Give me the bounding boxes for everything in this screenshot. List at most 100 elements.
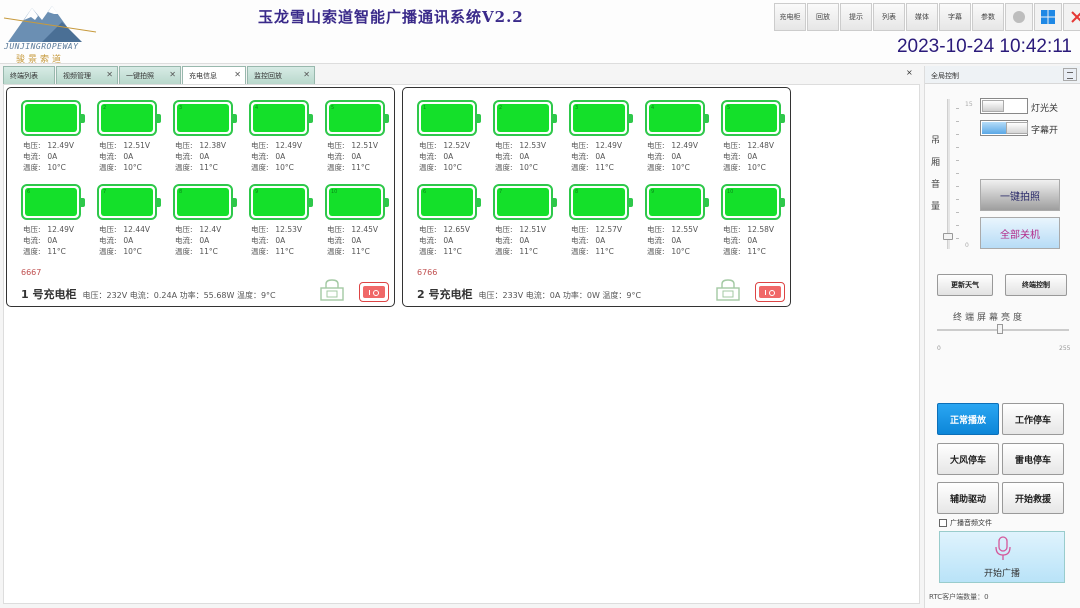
battery-cap [309,198,313,207]
menu-icon[interactable] [1063,68,1077,81]
volume-label-char: 音 [931,180,941,190]
cell-voltage: 电压: 12.45V [327,224,378,235]
tab-monitor-playback[interactable]: 监控回放 ✕ [247,66,315,84]
toolbar-subtitle-button[interactable]: 字幕 [939,3,971,31]
battery-icon: 6 [21,184,85,220]
close-window-button[interactable] [1063,3,1080,31]
temp-value: 10°C [47,163,66,172]
battery-index: 2 [499,105,503,111]
update-weather-button[interactable]: 更新天气 [937,274,993,296]
mode-work-stop-button[interactable]: 工作停车 [1002,403,1064,435]
temp-value: 10°C [275,163,294,172]
tab-video-management[interactable]: 视频管理 ✕ [56,66,118,84]
toggle-on-fill [982,122,1006,134]
voltage-value: 12.53V [519,141,546,150]
cabinet-power-switch[interactable] [755,282,785,302]
current-key: 电流: [723,236,741,245]
tab-bar: 终端列表 视频管理 ✕ 一键拍照 ✕ 充电信息 ✕ 监控回放 ✕ [3,66,917,85]
current-value: 0A [47,152,58,161]
current-key: 电流: [647,152,665,161]
toolbar-params-button[interactable]: 参数 [972,3,1004,31]
toggle-knob [1006,122,1028,134]
temp-value: 11°C [519,247,538,256]
battery-cell: 10 电压: 12.45V 电流: 0A 温度: 11°C [325,184,395,264]
voltage-key: 电压: [327,141,345,150]
cabinet-lock-button[interactable] [714,278,742,302]
brand-english: JUNJINGROPEWAY [4,42,79,51]
cell-temperature: 温度: 11°C [495,246,538,257]
close-icon[interactable]: ✕ [303,70,310,79]
toolbar-charging-button[interactable]: 充电柜 [774,3,806,31]
cell-voltage: 电压: 12.58V [723,224,774,235]
volume-slider-track[interactable] [947,99,950,249]
toolbar-playback-button[interactable]: 回放 [807,3,839,31]
current-value: 0A [199,236,210,245]
temp-value: 11°C [351,163,370,172]
terminal-control-button[interactable]: 终端控制 [1005,274,1067,296]
toolbar-media-button[interactable]: 媒体 [906,3,938,31]
brightness-slider-thumb[interactable] [997,324,1004,334]
shutdown-all-button[interactable]: 全部关机 [980,217,1060,249]
tab-label: 充电信息 [189,72,217,80]
cabinet-power-switch[interactable] [359,282,389,302]
battery-cell: 5 电压: 12.48V 电流: 0A 温度: 10°C [721,100,791,180]
tab-charging-info[interactable]: 充电信息 ✕ [182,66,246,85]
battery-icon: 3 [569,100,633,136]
current-key: 电流: [175,236,193,245]
battery-cap [477,114,481,123]
cell-current: 电流: 0A [23,151,57,162]
cabinet-lock-button[interactable] [318,278,346,302]
battery-icon: 10 [721,184,785,220]
voltage-key: 电压: [99,225,117,234]
tab-snapshot[interactable]: 一键拍照 ✕ [119,66,181,84]
battery-cap [385,198,389,207]
cell-current: 电流: 0A [419,235,453,246]
battery-fill [497,188,549,216]
current-key: 电流: [99,152,117,161]
cell-temperature: 温度: 11°C [571,246,614,257]
snapshot-all-button[interactable]: 一键拍照 [980,179,1060,211]
voltage-value: 12.49V [671,141,698,150]
current-value: 0A [519,236,530,245]
mode-aux-drive-button[interactable]: 辅助驱动 [937,482,999,514]
voltage-value: 12.45V [351,225,378,234]
close-icon[interactable]: ✕ [234,70,241,79]
voltage-value: 12.4V [199,225,222,234]
close-icon[interactable]: ✕ [169,70,176,79]
battery-index: 8 [575,189,579,195]
subtitle-toggle[interactable] [980,120,1028,136]
start-broadcast-button[interactable]: 开始广播 [939,531,1065,583]
toolbar-list-button[interactable]: 列表 [873,3,905,31]
current-value: 0A [199,152,210,161]
battery-cap [553,114,557,123]
battery-index: 7 [499,189,503,195]
broadcast-file-checkbox[interactable] [939,519,947,527]
current-key: 电流: [175,152,193,161]
cell-current: 电流: 0A [327,151,361,162]
toolbar-prompt-button[interactable]: 提示 [840,3,872,31]
battery-cap [629,198,633,207]
windows-button[interactable] [1034,3,1062,31]
battery-fill [101,104,153,132]
battery-cell: 3 电压: 12.38V 电流: 0A 温度: 11°C [173,100,243,180]
tab-terminal-list[interactable]: 终端列表 [3,66,55,84]
cell-voltage: 电压: 12.49V [23,224,74,235]
close-icon[interactable]: ✕ [106,70,113,79]
current-key: 电流: [251,236,269,245]
voltage-key: 电压: [251,141,269,150]
minimize-button[interactable] [1005,3,1033,31]
volume-tick [956,160,959,161]
mode-rescue-button[interactable]: 开始救援 [1002,482,1064,514]
toolbar: 充电柜 回放 提示 列表 媒体 字幕 参数 [774,3,1080,31]
volume-slider-thumb[interactable] [943,233,953,240]
light-toggle[interactable] [980,98,1028,114]
battery-index: 5 [727,105,731,111]
app-window: JUNJINGROPEWAY 骏景索道 玉龙雪山索道智能广播通讯系统V2.2 充… [0,0,1080,608]
battery-index: 1 [423,105,427,111]
battery-icon: 5 [325,100,389,136]
battery-icon [21,100,85,136]
mode-normal-play-button[interactable]: 正常播放 [937,403,999,435]
mode-wind-stop-button[interactable]: 大风停车 [937,443,999,475]
close-all-tabs-icon[interactable]: × [906,68,913,77]
mode-thunder-stop-button[interactable]: 雷电停车 [1002,443,1064,475]
